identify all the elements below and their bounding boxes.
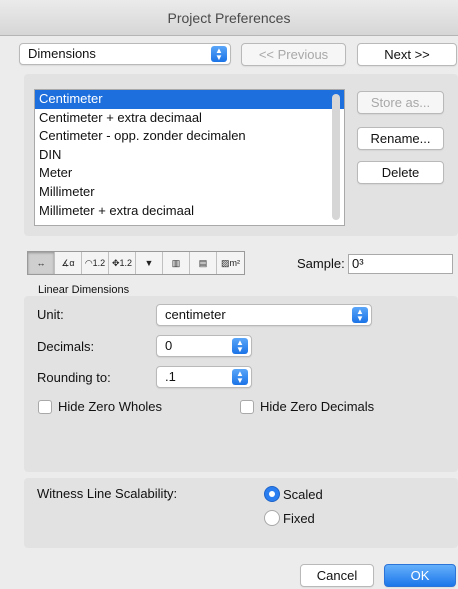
updown-arrows-icon: ▲ ▼ [211,46,227,62]
radial-dimension-icon[interactable]: ◠1.2 [82,252,109,274]
standards-list[interactable]: Centimeter Centimeter + extra decimaal C… [34,89,345,226]
hide-zero-wholes-label: Hide Zero Wholes [58,399,163,414]
next-button[interactable]: Next >> [357,43,457,66]
updown-arrows-icon: ▲ ▼ [232,338,248,354]
hide-zero-wholes-checkbox[interactable] [38,400,52,414]
fixed-radio[interactable] [264,510,280,526]
hide-zero-decimals-checkbox[interactable] [240,400,254,414]
elevation-dimension-icon[interactable]: ▥ [163,252,190,274]
list-item[interactable]: Centimeter + extra decimaal [35,109,344,128]
sample-label: Sample: [297,256,345,271]
unit-label: Unit: [37,307,64,322]
list-item[interactable]: Centimeter - opp. zonder decimalen [35,127,344,146]
window-titlebar: Project Preferences [0,0,458,36]
scaled-label: Scaled [283,487,323,502]
updown-arrows-icon: ▲ ▼ [352,307,368,323]
list-item[interactable]: Meter [35,164,344,183]
rounding-popup[interactable]: .1 ▲ ▼ [156,366,252,388]
window-title: Project Preferences [167,10,291,26]
wall-dimension-icon[interactable]: ▤ [190,252,217,274]
category-popup[interactable]: Dimensions ▲ ▼ [19,43,231,65]
list-item[interactable]: Centimeter [35,90,344,109]
unit-popup[interactable]: centimeter ▲ ▼ [156,304,372,326]
area-dimension-icon[interactable]: ▨m² [217,252,244,274]
rounding-label: Rounding to: [37,370,111,385]
delete-button[interactable]: Delete [357,161,444,184]
list-item[interactable]: Millimeter [35,183,344,202]
dimension-type-toolbar: ↔ ∡α ◠1.2 ✥1.2 ▼ ▥ ▤ ▨m² [27,251,245,275]
store-as-button[interactable]: Store as... [357,91,444,114]
updown-arrows-icon: ▲ ▼ [232,369,248,385]
list-item[interactable]: Millimeter + extra decimaal [35,202,344,221]
ok-button[interactable]: OK [384,564,456,587]
level-dimension-icon[interactable]: ▼ [136,252,163,274]
fixed-label: Fixed [283,511,315,526]
list-scrollbar[interactable] [332,94,340,220]
cancel-button[interactable]: Cancel [300,564,374,587]
decimals-label: Decimals: [37,339,95,354]
list-item[interactable]: DIN [35,146,344,165]
witness-label: Witness Line Scalability: [37,486,178,501]
point-dimension-icon[interactable]: ✥1.2 [109,252,136,274]
hide-zero-decimals-label: Hide Zero Decimals [260,399,375,414]
linear-section-title: Linear Dimensions [38,284,130,296]
linear-dimension-icon[interactable]: ↔ [28,252,55,274]
category-value: Dimensions [28,46,96,61]
previous-button[interactable]: << Previous [241,43,346,66]
sample-field[interactable]: 0³ [348,254,453,274]
angular-dimension-icon[interactable]: ∡α [55,252,82,274]
scaled-radio[interactable] [264,486,280,502]
decimals-popup[interactable]: 0 ▲ ▼ [156,335,252,357]
rename-button[interactable]: Rename... [357,127,444,150]
